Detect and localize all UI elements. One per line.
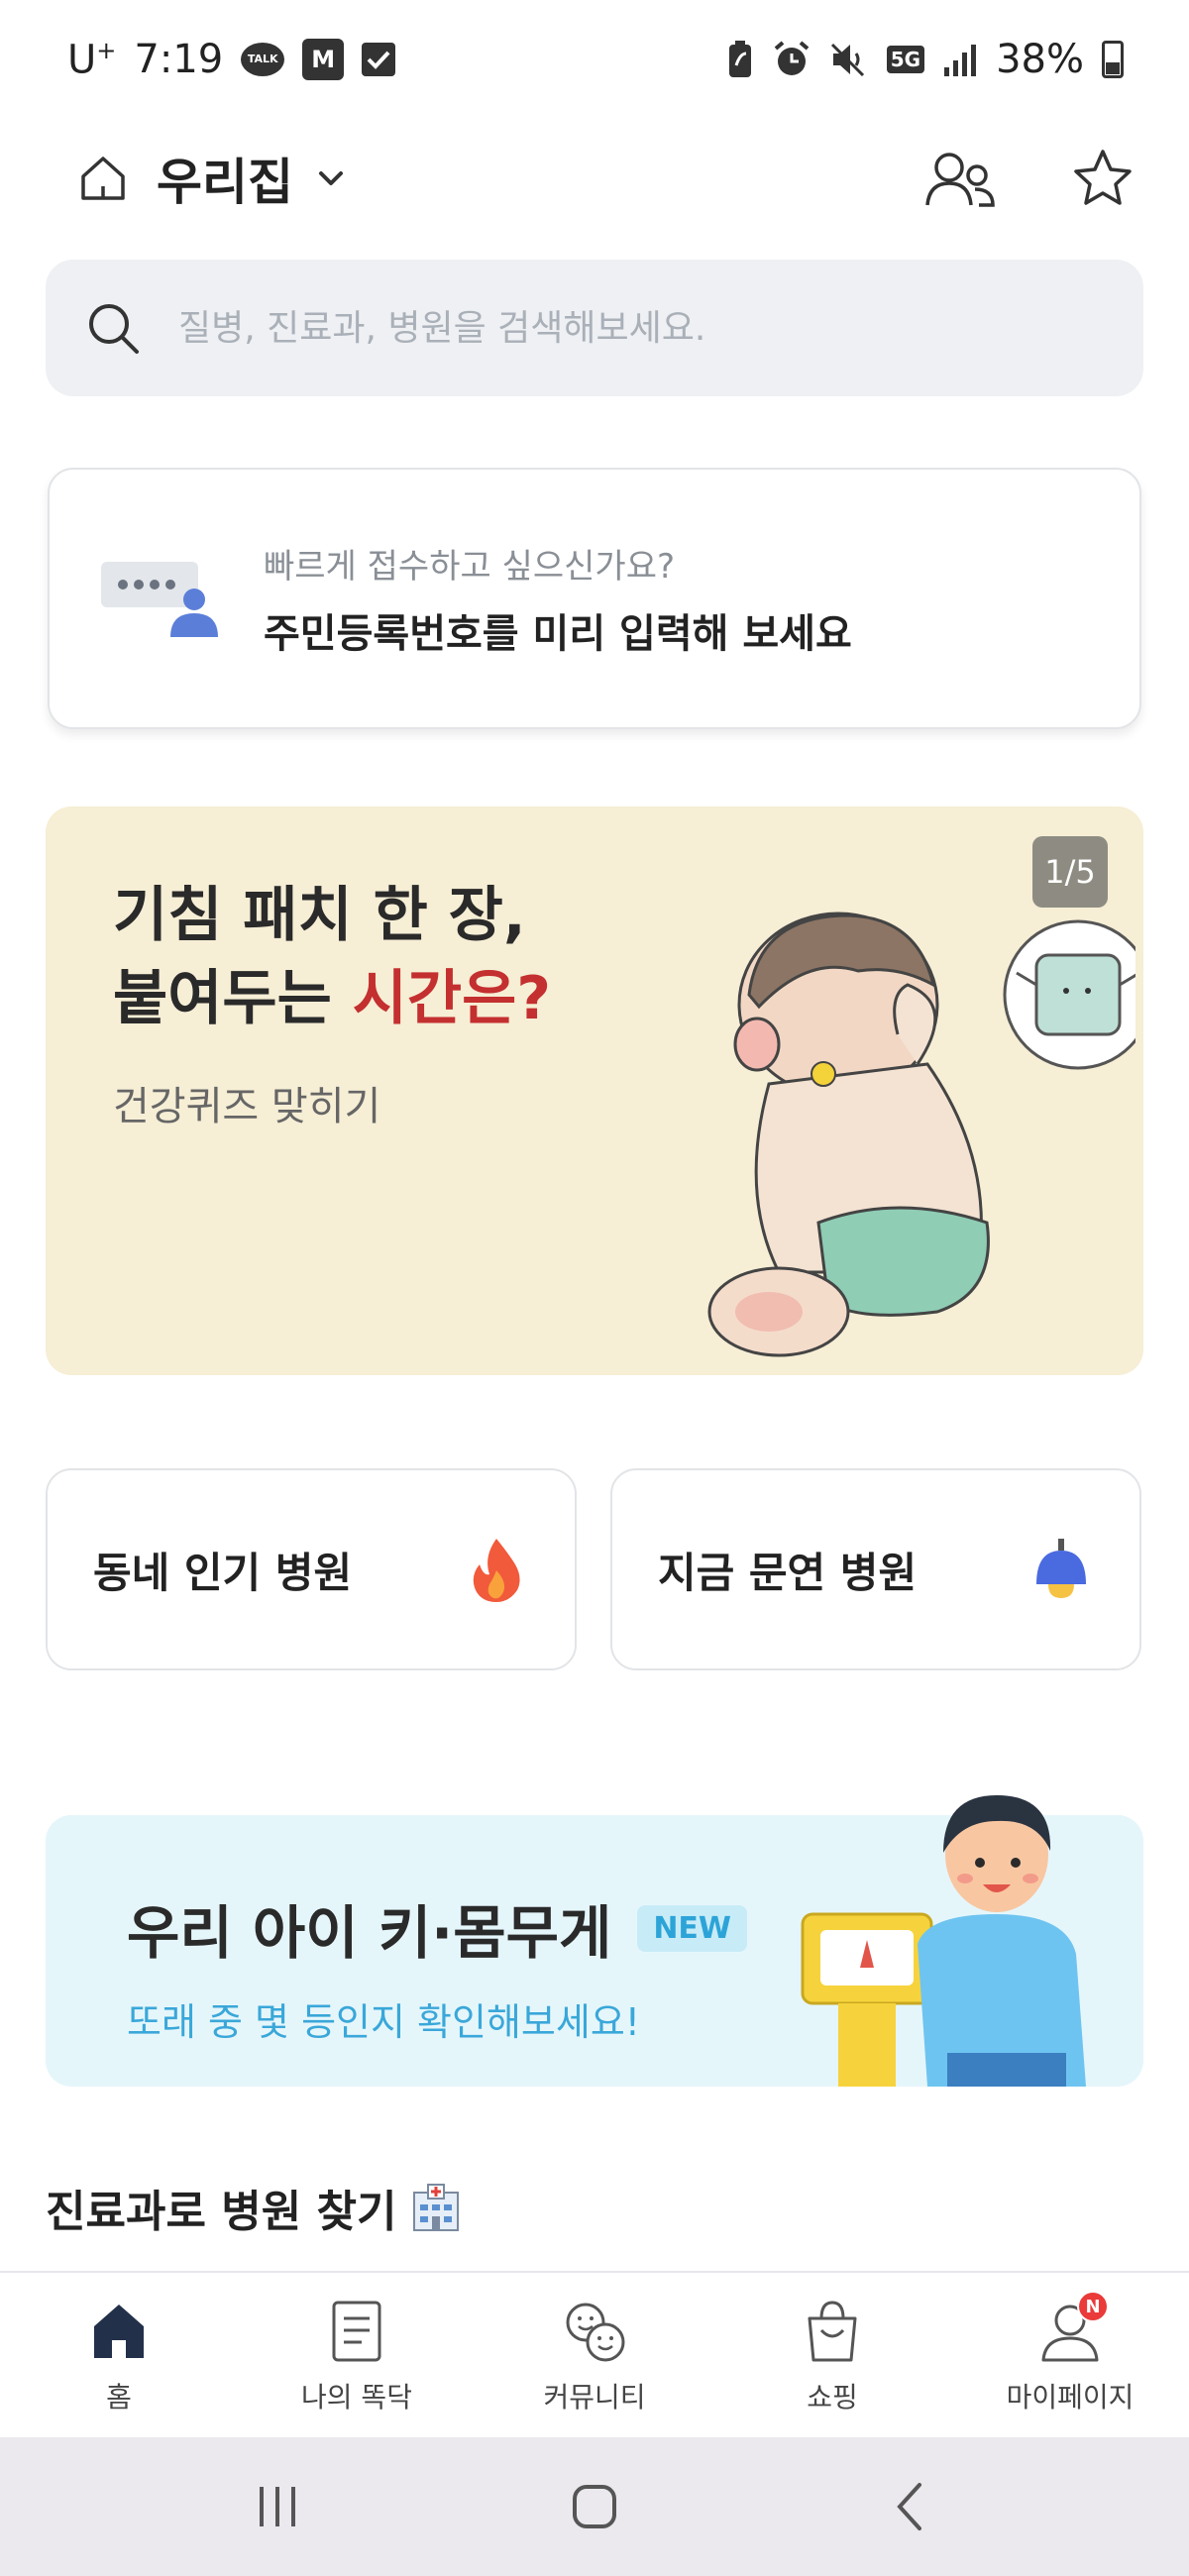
clock: 7:19 <box>134 36 224 82</box>
nav-community[interactable]: 커뮤니티 <box>476 2273 713 2437</box>
bell-lamp-icon <box>1036 1539 1086 1598</box>
department-search-title-text: 진료과로 병원 찾기 <box>46 2187 397 2237</box>
department-search-title: 진료과로 병원 찾기 <box>46 2176 462 2239</box>
popular-hospitals-label: 동네 인기 병원 <box>93 1548 353 1597</box>
bottom-navigation: 홈 나의 똑닥 커뮤니티 쇼핑 N 마이페이지 <box>0 2271 1189 2437</box>
system-navigation-bar <box>0 2437 1189 2576</box>
open-now-hospitals-button[interactable]: 지금 문연 병원 <box>610 1468 1141 1670</box>
nav-shopping[interactable]: 쇼핑 <box>713 2273 951 2437</box>
community-faces-icon <box>566 2303 625 2362</box>
carrier-name: U <box>67 37 97 83</box>
registration-text: 빠르게 접수하고 싶으신가요? 주민등록번호를 미리 입력해 보세요 <box>264 539 852 659</box>
carrier: U+ <box>67 37 116 82</box>
banner-title-line2-prefix: 붙여두는 <box>113 964 353 1033</box>
home-filled-icon <box>94 2305 144 2358</box>
battery-icon <box>1102 41 1124 78</box>
banner-title-line1: 기침 패치 한 장, <box>113 881 526 950</box>
flame-icon <box>473 1539 520 1602</box>
mute-icon <box>830 43 864 77</box>
new-badge: NEW <box>637 1904 748 1952</box>
nav-home[interactable]: 홈 <box>0 2273 238 2437</box>
network-type: 5G <box>886 46 925 73</box>
star-icon[interactable] <box>1066 148 1139 209</box>
battery-saver-icon <box>728 41 751 77</box>
location-selector-label[interactable]: 우리집 <box>157 143 293 214</box>
baby-cough-patch-illustration <box>707 912 1135 1357</box>
health-quiz-banner[interactable]: 기침 패치 한 장, 붙여두는 시간은? 건강퀴즈 맞히기 1/5 <box>46 806 1143 1375</box>
header-actions <box>923 148 1139 209</box>
home-outline-icon <box>81 157 125 200</box>
registration-title: 주민등록번호를 미리 입력해 보세요 <box>264 610 852 657</box>
child-growth-banner[interactable]: 우리 아이 키·몸무게 NEW 또래 중 몇 등인지 확인해보세요! <box>46 1795 1143 2087</box>
status-right: 5G 38% <box>726 37 1124 82</box>
checkbox-notification-icon <box>362 42 396 76</box>
talk-label: TALK <box>247 53 278 66</box>
signal-icon <box>944 45 977 76</box>
nav-shopping-label: 쇼핑 <box>807 2381 858 2414</box>
document-icon <box>332 2301 381 2362</box>
growth-title: 우리 아이 키·몸무게 <box>127 1899 612 1967</box>
alarm-icon <box>774 41 810 75</box>
banner-title-highlight: 시간은? <box>352 964 552 1033</box>
mstock-notification-icon: M <box>302 38 345 80</box>
status-bar: U+ 7:19 TALK M 5G 38% <box>0 0 1189 119</box>
boy-on-scale-illustration <box>801 1795 1086 2087</box>
shopping-bag-icon <box>808 2301 857 2362</box>
nav-my-ddocdoc-label: 나의 똑닥 <box>301 2381 412 2414</box>
search-icon <box>89 304 139 354</box>
family-icon[interactable] <box>923 148 997 209</box>
nav-mypage-icon-wrap: N <box>1037 2291 1109 2364</box>
nav-my-ddocdoc[interactable]: 나의 똑닥 <box>238 2273 476 2437</box>
banner-title-line2: 붙여두는 시간은? <box>113 957 551 1040</box>
registration-subtitle: 빠르게 접수하고 싶으신가요? <box>264 546 676 587</box>
chevron-down-icon[interactable] <box>313 161 349 196</box>
growth-subtitle: 또래 중 몇 등인지 확인해보세요! <box>127 2000 641 2044</box>
nav-mypage-label: 마이페이지 <box>1006 2381 1135 2414</box>
back-icon[interactable] <box>882 2477 941 2536</box>
banner-subtitle: 건강퀴즈 맞히기 <box>113 1084 381 1129</box>
search-input[interactable] <box>178 307 1050 349</box>
nav-community-label: 커뮤니티 <box>543 2381 646 2414</box>
hospital-icon <box>413 2184 460 2231</box>
app-header: 우리집 <box>0 129 1189 228</box>
status-left: U+ 7:19 TALK M <box>67 36 396 82</box>
battery-percent: 38% <box>996 37 1084 82</box>
growth-title-row: 우리 아이 키·몸무게 NEW <box>127 1886 748 1970</box>
open-now-hospitals-label: 지금 문연 병원 <box>658 1548 918 1597</box>
id-card-icon <box>101 562 218 637</box>
search-bar[interactable] <box>46 260 1143 396</box>
mstock-label: M <box>311 45 336 73</box>
recent-apps-icon[interactable] <box>248 2477 307 2536</box>
banner-title: 기침 패치 한 장, 붙여두는 시간은? <box>113 874 551 1040</box>
kakaotalk-notification-icon: TALK <box>241 42 285 76</box>
registration-prompt-card[interactable]: 빠르게 접수하고 싶으신가요? 주민등록번호를 미리 입력해 보세요 <box>48 468 1141 729</box>
notification-badge: N <box>1077 2291 1109 2322</box>
home-button-icon[interactable] <box>565 2477 624 2536</box>
popular-hospitals-button[interactable]: 동네 인기 병원 <box>46 1468 577 1670</box>
nav-home-label: 홈 <box>106 2381 132 2414</box>
nav-mypage[interactable]: N 마이페이지 <box>951 2273 1189 2437</box>
carrier-plus: + <box>96 36 117 64</box>
